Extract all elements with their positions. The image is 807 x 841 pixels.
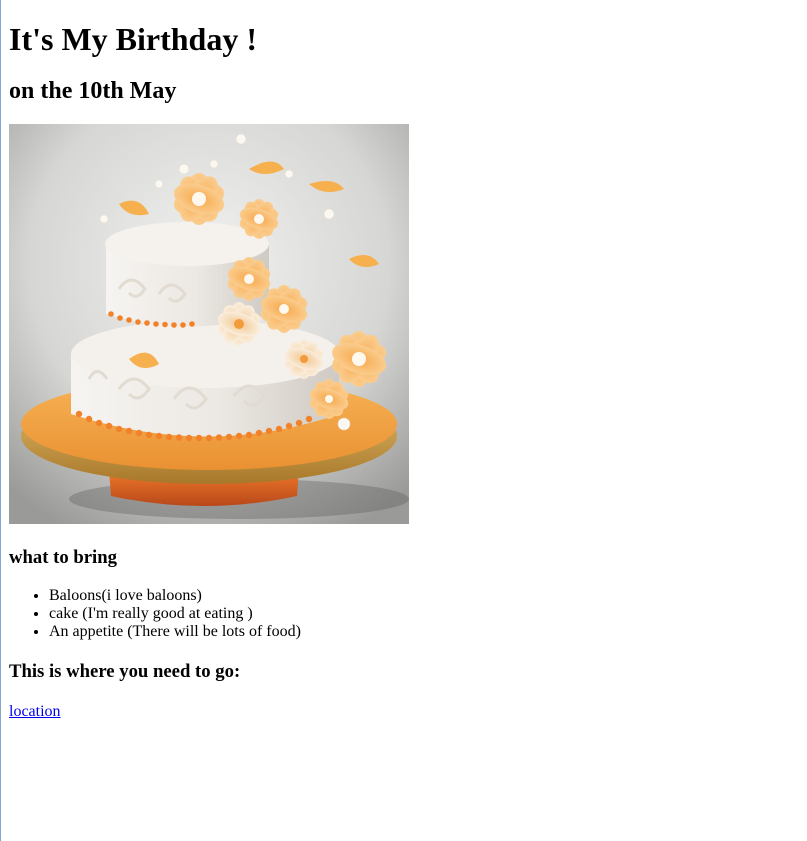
list-item: An appetite (There will be lots of food) [49,623,799,641]
list-item: Baloons(i love baloons) [49,587,799,605]
page-title: It's My Birthday ! [9,21,257,57]
birthday-cake-image [9,124,409,524]
list-item: cake (I'm really good at eating ) [49,605,799,623]
location-link[interactable]: location [9,703,61,720]
directions-heading: This is where you need to go: [9,661,241,682]
page-content: It's My Birthday ! on the 10th May what … [9,0,799,721]
page-subtitle: on the 10th May [9,78,177,104]
bring-list: Baloons(i love baloons) cake (I'm really… [9,587,799,641]
what-to-bring-heading: what to bring [9,547,117,568]
location-paragraph: location [9,703,799,721]
